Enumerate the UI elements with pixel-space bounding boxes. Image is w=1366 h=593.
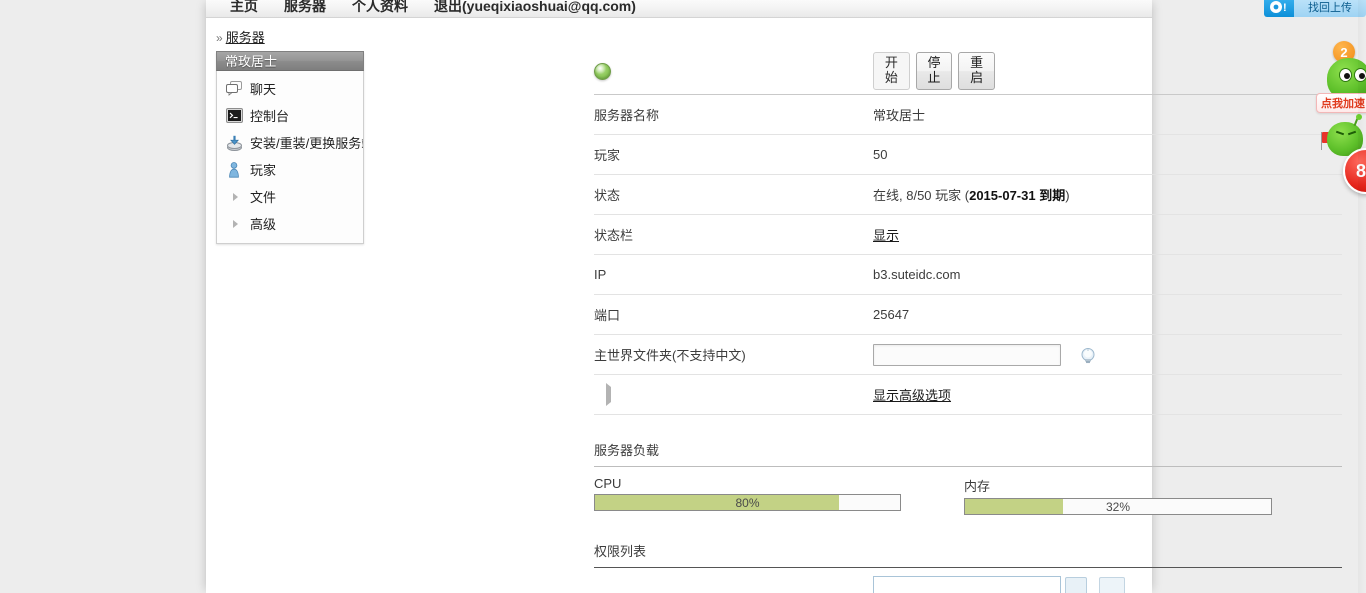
advanced-options-row[interactable]: 显示高级选项 <box>594 375 1342 415</box>
sidebar-item-label-players: 玩家 <box>250 163 277 178</box>
permissions-title: 权限列表 <box>594 541 1342 568</box>
sidebar-menu-list: 聊天 控制台 安装/重装/更换服务端 玩家 文件 高级 <box>217 71 363 243</box>
chat-icon <box>225 80 243 98</box>
permissions-section: 权限列表 <box>594 541 1342 593</box>
load-bars: CPU 80% 内存 32% <box>594 476 1342 515</box>
cpu-label: CPU <box>594 476 622 491</box>
server-load-title: 服务器负载 <box>594 440 1342 467</box>
permissions-add-button[interactable] <box>1099 577 1125 593</box>
world-folder-input[interactable] <box>873 343 1061 366</box>
sidebar-item-label-chat: 聊天 <box>250 82 277 97</box>
install-icon <box>225 134 243 152</box>
memory-progress-text: 32% <box>1105 499 1131 514</box>
server-status-row: 开始 停止 重启 <box>594 50 1342 95</box>
statusbar-show-link[interactable]: 显示 <box>873 228 899 243</box>
server-detail-panel: 开始 停止 重启 服务器名称 常玫居士 玩家 50 状态 在线, 8/50 玩家… <box>594 50 1342 593</box>
status-value: 在线, 8/50 玩家 (2015-07-31 到期) <box>873 185 1070 204</box>
qq-upload-widget[interactable]: ! 找回上传 <box>1264 0 1366 18</box>
nav-servers[interactable]: 服务器 <box>284 0 326 16</box>
sidebar-item-label-files: 文件 <box>250 190 277 205</box>
sidebar-item-advanced[interactable]: 高级 <box>217 210 363 237</box>
port-value: 25647 <box>873 307 910 322</box>
server-online-indicator-icon <box>594 62 611 80</box>
server-sidebar-panel: 常玫居士 聊天 控制台 安装/重装/更换服务端 玩家 文件 高级 <box>216 51 364 244</box>
world-folder-label: 主世界文件夹(不支持中文) <box>594 348 746 363</box>
ip-value: b3.suteidc.com <box>873 267 961 282</box>
triangle-right-icon[interactable] <box>225 188 243 206</box>
advanced-toggle-cell <box>594 383 873 406</box>
mascot-small-eye-left <box>1335 130 1345 136</box>
statusbar-label: 状态栏 <box>594 228 634 243</box>
sidebar-item-console[interactable]: 控制台 <box>217 102 363 129</box>
statusbar-value: 显示 <box>873 225 899 244</box>
breadcrumb: » 服务器 <box>216 27 265 46</box>
sidebar-item-files[interactable]: 文件 <box>217 183 363 210</box>
ip-row: IP b3.suteidc.com <box>594 255 1342 295</box>
svg-text:!: ! <box>1283 2 1287 14</box>
advanced-value-cell: 显示高级选项 <box>873 385 951 404</box>
show-advanced-options-link[interactable]: 显示高级选项 <box>873 388 951 403</box>
players-row: 玩家 50 <box>594 135 1342 175</box>
nav-home[interactable]: 主页 <box>230 0 258 16</box>
sidebar-item-label-advanced: 高级 <box>250 217 277 232</box>
status-light-cell <box>594 62 873 80</box>
start-button[interactable]: 开始 <box>873 52 910 90</box>
triangle-right-icon[interactable] <box>606 383 611 406</box>
player-icon <box>225 161 243 179</box>
server-load-section: 服务器负载 CPU 80% 内存 32% <box>594 440 1342 515</box>
mascot-small-eye-right <box>1347 130 1357 136</box>
ip-label: IP <box>594 267 607 282</box>
cpu-block: CPU 80% <box>594 476 901 515</box>
statusbar-row: 状态栏 显示 <box>594 215 1342 255</box>
restart-button[interactable]: 重启 <box>958 52 996 90</box>
permissions-input-row <box>594 568 1342 593</box>
status-row: 状态 在线, 8/50 玩家 (2015-07-31 到期) <box>594 175 1342 215</box>
qq-icon: ! <box>1264 0 1294 17</box>
status-value-suffix: ) <box>1065 188 1070 203</box>
nav-logout-email: (yueqixiaoshuai@qq.com) <box>462 0 636 14</box>
top-navigation-links: 主页 服务器 个人资料 退出(yueqixiaoshuai@qq.com) <box>230 0 636 16</box>
stop-button[interactable]: 停止 <box>915 52 953 90</box>
nav-profile[interactable]: 个人资料 <box>352 0 408 16</box>
port-row: 端口 25647 <box>594 295 1342 335</box>
page-root: 主页 服务器 个人资料 退出(yueqixiaoshuai@qq.com) 开始 停止… <box>0 0 1366 593</box>
lightbulb-icon[interactable] <box>1079 347 1097 365</box>
players-label: 玩家 <box>594 148 621 163</box>
console-icon <box>225 107 243 125</box>
server-name-label: 服务器名称 <box>594 108 660 123</box>
sidebar-item-label-install: 安装/重装/更换服务端 <box>250 136 363 151</box>
right-edge-shadow <box>1358 0 1366 593</box>
server-action-buttons: 开始 停止 重启 <box>873 52 1342 90</box>
status-value-prefix: 在线, 8/50 玩家 ( <box>873 188 970 203</box>
sidebar-item-install[interactable]: 安装/重装/更换服务端 <box>217 129 363 156</box>
top-navigation-bar: 主页 服务器 个人资料 退出(yueqixiaoshuai@qq.com) <box>206 0 1152 18</box>
sidebar-item-label-console: 控制台 <box>250 109 290 124</box>
qq-upload-label: 找回上传 <box>1294 0 1366 17</box>
world-folder-value-cell <box>873 343 1097 366</box>
server-name-value: 常玫居士 <box>873 108 926 123</box>
cpu-progress-text: 80% <box>735 495 760 510</box>
status-label: 状态 <box>594 188 621 203</box>
permissions-dropdown-button[interactable] <box>1065 577 1087 593</box>
breadcrumb-link-servers[interactable]: 服务器 <box>226 30 265 45</box>
memory-label: 内存 <box>964 479 991 494</box>
world-folder-row: 主世界文件夹(不支持中文) <box>594 335 1342 375</box>
cpu-progress-bar: 80% <box>594 494 901 511</box>
sidebar-header-title: 常玫居士 <box>216 51 364 71</box>
memory-block: 内存 32% <box>964 476 1272 515</box>
mascot-eye-left <box>1339 68 1352 82</box>
server-name-row: 服务器名称 常玫居士 <box>594 95 1342 135</box>
nav-logout[interactable]: 退出(yueqixiaoshuai@qq.com) <box>434 0 636 16</box>
port-label: 端口 <box>594 308 621 323</box>
triangle-right-icon[interactable] <box>225 215 243 233</box>
status-expiry-date: 2015-07-31 到期 <box>969 188 1066 203</box>
players-value: 50 <box>873 147 888 162</box>
sidebar-item-players[interactable]: 玩家 <box>217 156 363 183</box>
sidebar-item-chat[interactable]: 聊天 <box>217 75 363 102</box>
nav-logout-label: 退出 <box>434 0 462 14</box>
breadcrumb-chevron-icon: » <box>216 31 223 45</box>
memory-progress-bar: 32% <box>964 498 1272 515</box>
permissions-input[interactable] <box>873 576 1061 593</box>
